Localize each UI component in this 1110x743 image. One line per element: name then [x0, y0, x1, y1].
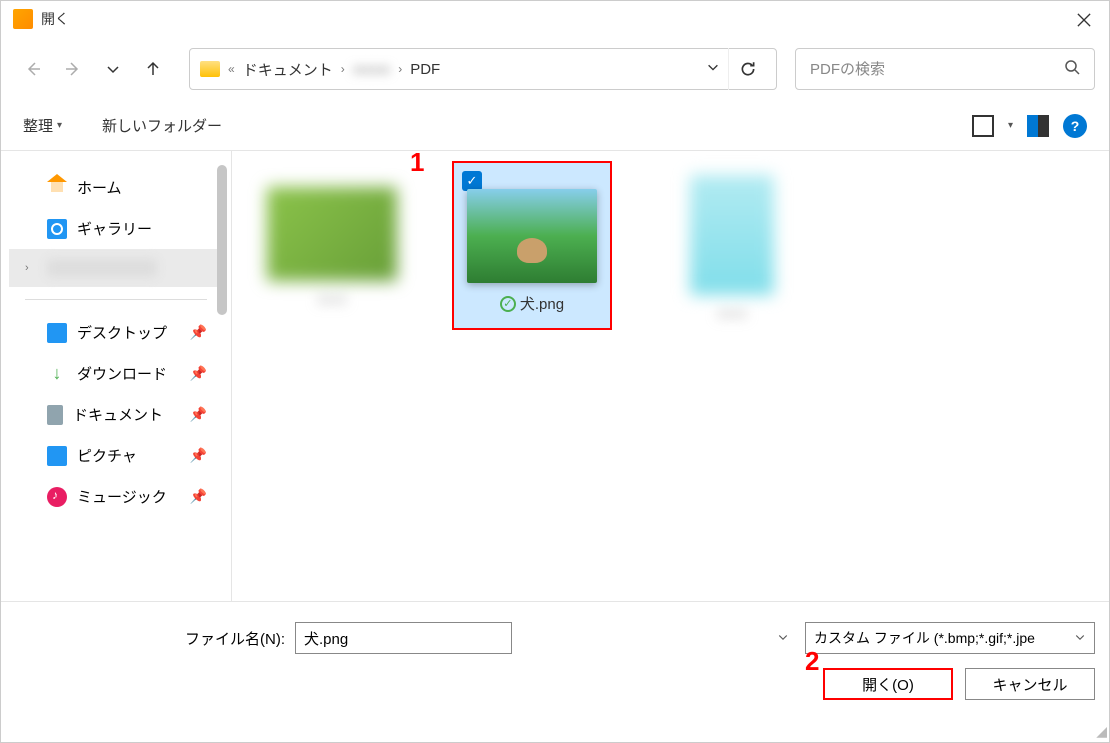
search-icon[interactable] — [1064, 59, 1080, 80]
view-controls: ▾ ? — [972, 114, 1087, 138]
file-name: ✓ 犬.png — [454, 293, 610, 322]
file-item[interactable]: xxxx — [252, 161, 412, 330]
pin-icon: 📌 — [190, 324, 207, 341]
arrow-right-icon — [65, 61, 81, 77]
chevron-down-icon[interactable] — [777, 630, 789, 648]
up-button[interactable] — [135, 51, 171, 87]
preview-pane-button[interactable] — [1027, 115, 1049, 137]
file-item-selected[interactable]: ✓ ✓ 犬.png — [452, 161, 612, 330]
filetype-label: カスタム ファイル (*.bmp;*.gif;*.jpe — [814, 628, 1035, 648]
sidebar-item-music[interactable]: ミュージック 📌 — [9, 476, 223, 517]
organize-toolbar: 整理 ▾ 新しいフォルダー ▾ ? — [1, 101, 1109, 151]
file-name-blurred: xxxx — [652, 305, 812, 330]
sidebar-item-label: ピクチャ — [77, 445, 137, 466]
back-button[interactable] — [15, 51, 51, 87]
filetype-select[interactable]: カスタム ファイル (*.bmp;*.gif;*.jpe — [805, 622, 1095, 654]
sidebar-item-desktop[interactable]: デスクトップ 📌 — [9, 312, 223, 353]
window-title: 開く — [41, 9, 69, 29]
desktop-icon — [47, 323, 67, 343]
breadcrumb-dropdown[interactable] — [706, 60, 720, 79]
music-icon — [47, 487, 67, 507]
app-icon — [13, 9, 33, 29]
chevron-right-icon: › — [341, 62, 345, 76]
close-icon — [1077, 13, 1091, 27]
file-thumbnail — [467, 189, 597, 283]
file-thumbnail — [690, 175, 774, 295]
bc-pdf[interactable]: PDF — [410, 61, 440, 78]
sidebar: ホーム ギャラリー › デスクトップ 📌 ↓ ダウンロード 📌 ドキュメント — [1, 151, 231, 601]
sidebar-item-pictures[interactable]: ピクチャ 📌 — [9, 435, 223, 476]
main-area: ホーム ギャラリー › デスクトップ 📌 ↓ ダウンロード 📌 ドキュメント — [1, 151, 1109, 601]
organize-label: 整理 — [23, 115, 53, 136]
home-icon — [47, 178, 67, 198]
sidebar-item-label: ミュージック — [77, 486, 167, 507]
folder-icon — [200, 61, 220, 77]
breadcrumb[interactable]: « ドキュメント › xxxxx › PDF — [189, 48, 777, 90]
download-icon: ↓ — [47, 364, 67, 384]
cancel-button[interactable]: キャンセル — [965, 668, 1095, 700]
pin-icon: 📌 — [190, 488, 207, 505]
bottom-bar: ファイル名(N): カスタム ファイル (*.bmp;*.gif;*.jpe 2… — [1, 601, 1109, 714]
arrow-left-icon — [25, 61, 41, 77]
sidebar-item-current[interactable]: › — [9, 249, 223, 287]
sidebar-item-gallery[interactable]: ギャラリー — [9, 208, 223, 249]
chevron-right-icon: › — [398, 62, 402, 76]
sidebar-item-label: ホーム — [77, 177, 122, 198]
refresh-button[interactable] — [728, 48, 766, 90]
file-thumbnail — [267, 187, 397, 281]
search-box[interactable] — [795, 48, 1095, 90]
titlebar: 開く — [1, 1, 1109, 37]
sidebar-item-label: デスクトップ — [77, 322, 167, 343]
divider — [25, 299, 207, 300]
pin-icon: 📌 — [190, 447, 207, 464]
chevron-down-icon: ▾ — [57, 120, 62, 131]
filename-input[interactable] — [295, 622, 512, 654]
button-row: 2 開く(O) キャンセル — [15, 668, 1095, 700]
pin-icon: 📌 — [190, 406, 207, 423]
view-mode-button[interactable] — [972, 115, 994, 137]
scrollbar[interactable] — [217, 165, 227, 315]
nav-toolbar: « ドキュメント › xxxxx › PDF — [1, 37, 1109, 101]
arrow-up-icon — [145, 61, 161, 77]
file-list-area[interactable]: 1 xxxx ✓ ✓ 犬.png xxxx — [231, 151, 1109, 601]
chevron-down-icon — [706, 60, 720, 74]
file-item[interactable]: xxxx — [652, 161, 812, 330]
file-grid: xxxx ✓ ✓ 犬.png xxxx — [252, 161, 1089, 330]
recent-dropdown[interactable] — [95, 51, 131, 87]
chevron-down-icon[interactable]: ▾ — [1008, 120, 1013, 131]
chevron-down-icon — [105, 61, 121, 77]
document-icon — [47, 405, 63, 425]
picture-icon — [47, 446, 67, 466]
sidebar-item-documents[interactable]: ドキュメント 📌 — [9, 394, 223, 435]
sidebar-item-label: ギャラリー — [77, 218, 152, 239]
forward-button[interactable] — [55, 51, 91, 87]
bc-hidden[interactable]: xxxxx — [353, 61, 391, 78]
bc-documents[interactable]: ドキュメント — [243, 59, 333, 80]
chevron-down-icon — [1074, 631, 1086, 646]
sidebar-item-label: ドキュメント — [73, 404, 163, 425]
bc-overflow: « — [228, 62, 235, 76]
file-name-blurred: xxxx — [252, 291, 412, 316]
close-button[interactable] — [1069, 8, 1099, 32]
check-icon: ✓ — [462, 171, 482, 191]
filename-label: ファイル名(N): — [185, 628, 285, 649]
sidebar-item-label: ダウンロード — [77, 363, 167, 384]
sync-status-icon: ✓ — [500, 296, 516, 312]
pin-icon: 📌 — [190, 365, 207, 382]
refresh-icon — [739, 60, 757, 78]
annotation-2: 2 — [805, 646, 819, 677]
filename-row: ファイル名(N): カスタム ファイル (*.bmp;*.gif;*.jpe — [15, 622, 1095, 654]
chevron-right-icon[interactable]: › — [25, 262, 37, 274]
sidebar-hidden-label — [47, 259, 157, 277]
sidebar-item-downloads[interactable]: ↓ ダウンロード 📌 — [9, 353, 223, 394]
gallery-icon — [47, 219, 67, 239]
search-input[interactable] — [810, 61, 1064, 78]
annotation-1: 1 — [410, 147, 424, 178]
organize-button[interactable]: 整理 ▾ — [23, 115, 62, 136]
newfolder-button[interactable]: 新しいフォルダー — [102, 115, 222, 136]
open-button[interactable]: 開く(O) — [823, 668, 953, 700]
sidebar-item-home[interactable]: ホーム — [9, 167, 223, 208]
resize-grip[interactable]: ◢ — [1096, 723, 1107, 740]
help-button[interactable]: ? — [1063, 114, 1087, 138]
